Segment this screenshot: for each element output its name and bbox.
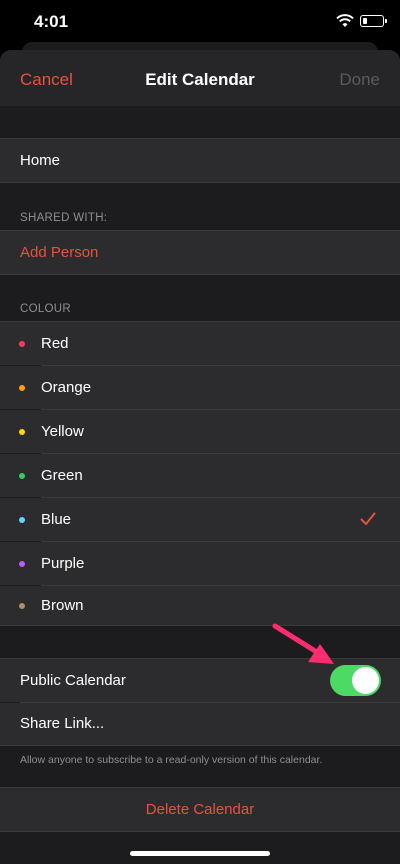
done-button[interactable]: Done — [339, 70, 380, 90]
colour-label: Brown — [41, 597, 84, 614]
colour-label: Yellow — [41, 423, 84, 440]
colour-dot — [19, 561, 25, 567]
colour-label: Purple — [41, 555, 85, 572]
colour-option-blue[interactable]: Blue — [0, 498, 400, 541]
public-calendar-footnote: Allow anyone to subscribe to a read-only… — [20, 754, 323, 766]
colour-label: Red — [41, 335, 69, 352]
colour-option-purple[interactable]: Purple — [0, 542, 400, 585]
delete-calendar-button[interactable]: Delete Calendar — [0, 788, 400, 831]
checkmark-icon — [360, 512, 376, 525]
edit-calendar-sheet: Cancel Edit Calendar Done Home SHARED WI… — [0, 50, 400, 864]
divider — [0, 831, 400, 832]
shared-with-header: SHARED WITH: — [20, 212, 108, 224]
colour-dot — [19, 429, 25, 435]
add-person-label: Add Person — [20, 244, 99, 261]
colour-dot — [19, 517, 25, 523]
toggle-knob — [352, 667, 379, 694]
delete-calendar-label: Delete Calendar — [145, 801, 255, 818]
home-indicator — [130, 851, 270, 856]
share-link-button[interactable]: Share Link... — [0, 703, 400, 745]
colour-label: Green — [41, 467, 83, 484]
share-link-label: Share Link... — [20, 715, 105, 732]
colour-dot — [19, 385, 25, 391]
colour-option-yellow[interactable]: Yellow — [0, 410, 400, 453]
annotation-arrow-icon — [272, 623, 334, 664]
status-bar: 4:01 — [0, 0, 400, 46]
battery-icon — [360, 15, 387, 27]
colour-header: COLOUR — [20, 303, 72, 315]
colour-dot — [19, 473, 25, 479]
wifi-icon — [336, 14, 354, 27]
divider — [0, 182, 400, 183]
colour-option-orange[interactable]: Orange — [0, 366, 400, 409]
status-time: 4:01 — [34, 12, 69, 31]
colour-option-green[interactable]: Green — [0, 454, 400, 497]
calendar-name-field[interactable]: Home — [0, 139, 400, 182]
public-calendar-label: Public Calendar — [20, 672, 126, 689]
colour-label: Orange — [41, 379, 92, 396]
colour-dot — [19, 603, 25, 609]
calendar-name-value: Home — [20, 152, 61, 169]
nav-bar: Cancel Edit Calendar Done — [0, 50, 400, 106]
colour-label: Blue — [41, 511, 72, 528]
divider — [0, 745, 400, 746]
colour-dot — [19, 341, 25, 347]
divider — [0, 274, 400, 275]
colour-option-red[interactable]: Red — [0, 322, 400, 365]
add-person-button[interactable]: Add Person — [0, 231, 400, 274]
